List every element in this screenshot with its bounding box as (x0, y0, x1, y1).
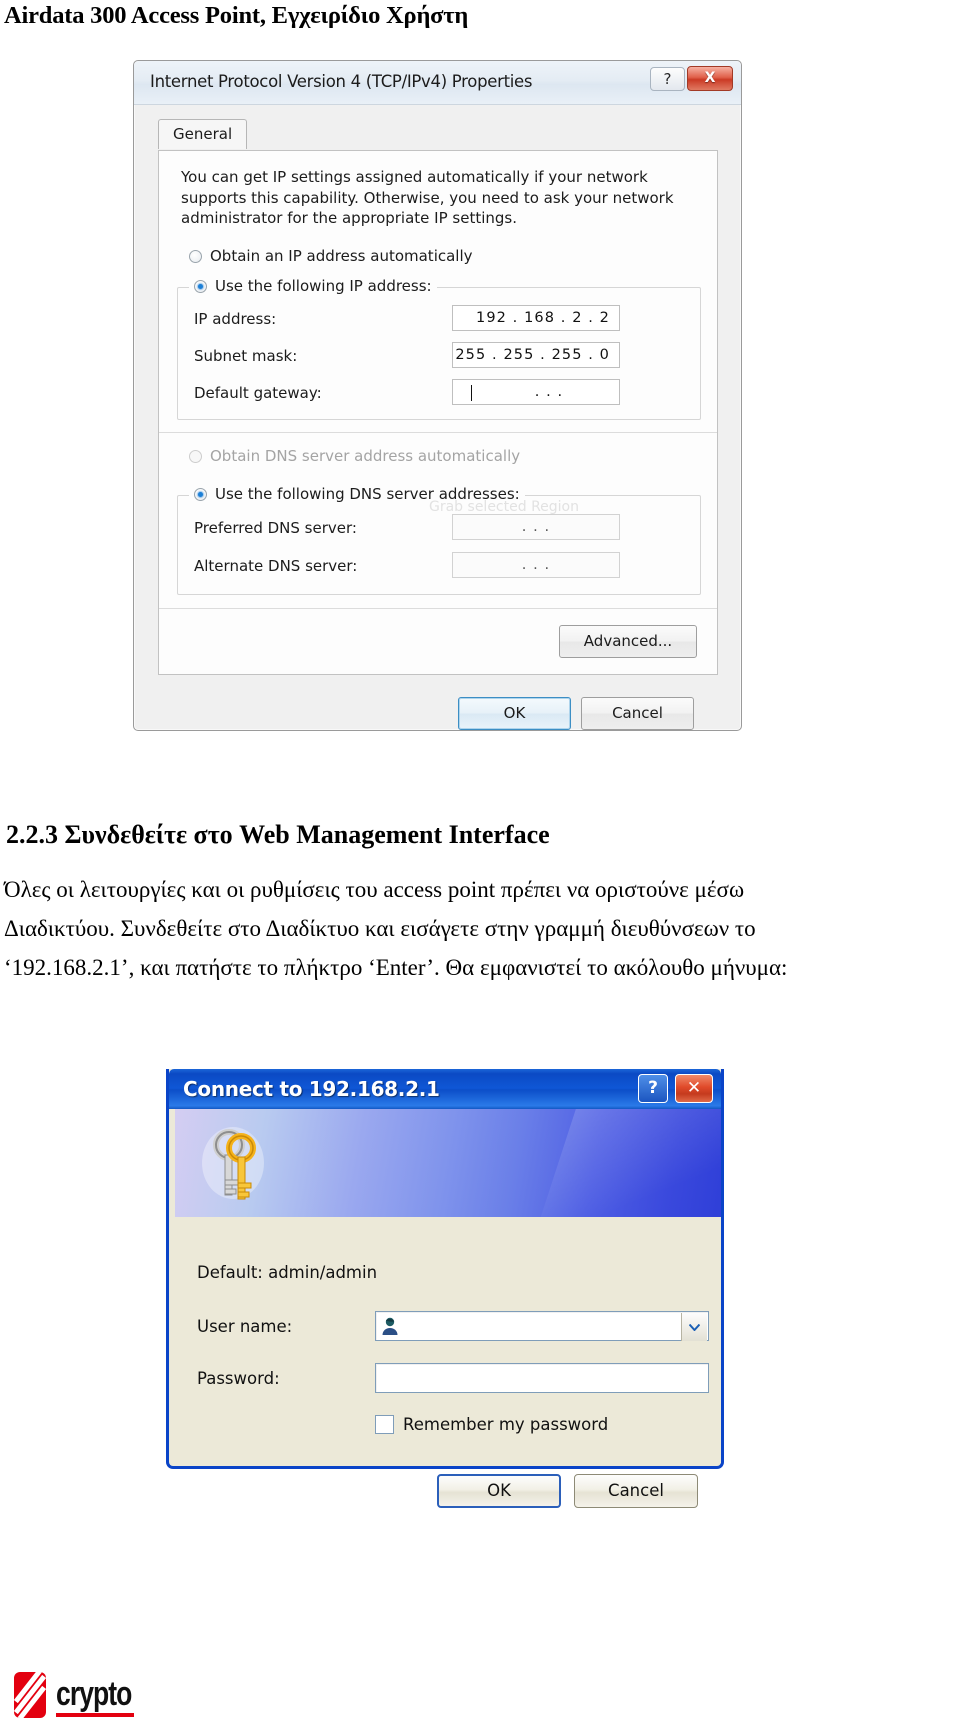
radio-obtain-ip-automatically[interactable]: Obtain an IP address automatically (189, 247, 473, 265)
ip-address-label: IP address: (194, 310, 277, 328)
close-icon[interactable]: X (687, 66, 733, 91)
preferred-dns-label: Preferred DNS server: (194, 519, 357, 537)
radio-button-selected-icon (194, 280, 207, 293)
logo-underline (56, 1713, 134, 1717)
banner-sheen (537, 1109, 721, 1217)
ok-button[interactable]: OK (458, 697, 571, 730)
radio-obtain-dns-label: Obtain DNS server address automatically (210, 447, 521, 465)
connect-titlebar: Connect to 192.168.2.1 ? ✕ (169, 1069, 721, 1109)
connect-ok-button[interactable]: OK (437, 1474, 561, 1508)
paragraph-line: Διαδικτύου. Συνδεθείτε στο Διαδίκτυο και… (4, 916, 756, 941)
divider (159, 432, 717, 433)
connect-cancel-button[interactable]: Cancel (574, 1474, 698, 1508)
connect-form: Default: admin/admin User name: Password… (175, 1217, 721, 1508)
password-input[interactable] (375, 1363, 709, 1393)
alternate-dns-input[interactable]: . . . (452, 552, 620, 578)
advanced-button[interactable]: Advanced... (559, 625, 697, 658)
connect-dialog-title: Connect to 192.168.2.1 (183, 1077, 440, 1101)
crypto-logo-icon (14, 1672, 46, 1718)
remember-password-checkbox[interactable] (375, 1415, 394, 1434)
keys-icon (201, 1125, 275, 1208)
connect-banner (175, 1109, 721, 1217)
chevron-down-icon[interactable] (681, 1313, 707, 1341)
default-gateway-value: . . . (534, 384, 564, 400)
password-label: Password: (197, 1369, 280, 1388)
help-icon[interactable]: ? (638, 1074, 668, 1103)
user-avatar-icon (380, 1316, 400, 1341)
radio-button-icon (189, 250, 202, 263)
paragraph-line: Όλες οι λειτουργίες και οι ρυθμίσεις του… (4, 877, 745, 902)
ipv4-dialog-body: General You can get IP settings assigned… (134, 105, 741, 730)
tab-general[interactable]: General (158, 119, 248, 149)
connect-dialog: Connect to 192.168.2.1 ? ✕ Default: admi… (166, 1069, 724, 1508)
page-title: Airdata 300 Access Point, Εγχειρίδιο Χρή… (4, 2, 469, 29)
general-tab-panel: You can get IP settings assigned automat… (158, 150, 718, 675)
default-credentials-hint: Default: admin/admin (197, 1263, 378, 1282)
footer-logo: crypto (14, 1672, 314, 1720)
crypto-logo-text: crypto (56, 1675, 132, 1713)
paragraph-line: ‘192.168.2.1’, και πατήστε το πλήκτρο ‘E… (4, 955, 788, 980)
ip-address-input[interactable]: 192 . 168 . 2 . 2 (452, 305, 620, 331)
ipv4-titlebar: Internet Protocol Version 4 (TCP/IPv4) P… (134, 61, 741, 105)
help-icon[interactable]: ? (650, 67, 685, 91)
ipv4-description: You can get IP settings assigned automat… (181, 168, 674, 227)
close-icon[interactable]: ✕ (675, 1074, 713, 1103)
username-input[interactable] (375, 1311, 709, 1341)
radio-button-icon (189, 450, 202, 463)
section-heading: 2.2.3 Συνδεθείτε στο Web Management Inte… (6, 820, 550, 849)
subnet-mask-input[interactable]: 255 . 255 . 255 . 0 (452, 342, 620, 368)
radio-button-selected-icon (194, 488, 207, 501)
text-caret (471, 385, 472, 401)
subnet-mask-label: Subnet mask: (194, 347, 298, 365)
radio-obtain-ip-label: Obtain an IP address automatically (210, 247, 473, 265)
default-gateway-input[interactable]: . . . (452, 379, 620, 405)
tabstrip: General (158, 119, 248, 149)
preferred-dns-input[interactable]: . . . (452, 514, 620, 540)
ipv4-dialog-title: Internet Protocol Version 4 (TCP/IPv4) P… (150, 72, 533, 91)
alternate-dns-label: Alternate DNS server: (194, 557, 358, 575)
screen-capture-watermark: Grab selected Region (429, 499, 579, 515)
default-gateway-label: Default gateway: (194, 384, 322, 402)
username-label: User name: (197, 1317, 293, 1336)
radio-use-following-ip-label: Use the following IP address: (215, 277, 432, 295)
cancel-button[interactable]: Cancel (581, 697, 694, 730)
section-paragraph: Όλες οι λειτουργίες και οι ρυθμίσεις του… (4, 870, 956, 987)
radio-obtain-dns-automatically[interactable]: Obtain DNS server address automatically (189, 447, 520, 465)
radio-use-following-ip[interactable]: Use the following IP address: (189, 277, 437, 295)
ipv4-properties-dialog: Internet Protocol Version 4 (TCP/IPv4) P… (133, 60, 742, 731)
remember-password-label: Remember my password (403, 1415, 609, 1434)
divider (159, 608, 717, 609)
